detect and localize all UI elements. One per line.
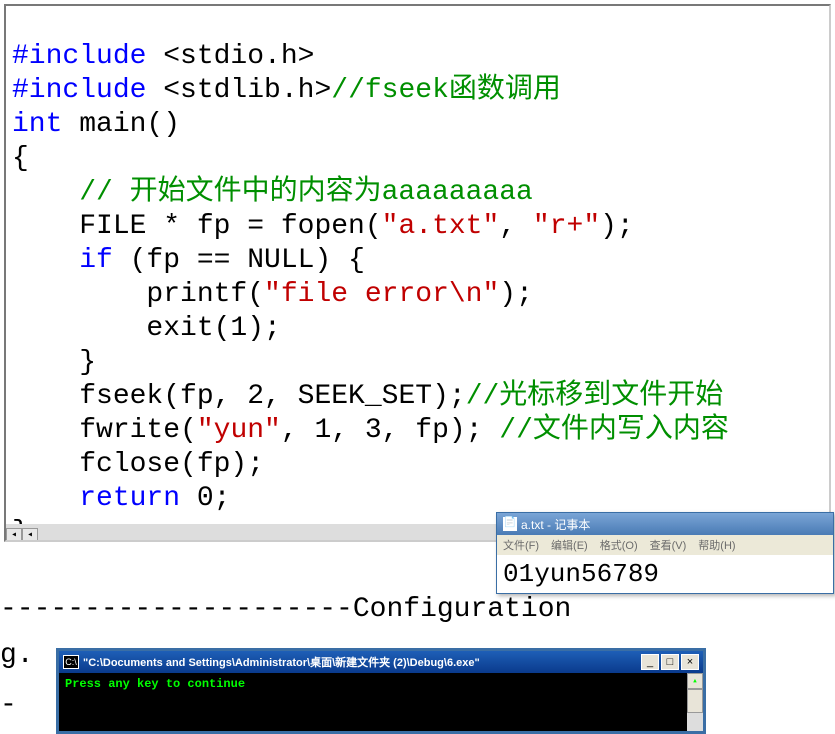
close-button[interactable]: × <box>681 654 699 670</box>
notepad-menubar[interactable]: 文件(F) 编辑(E) 格式(O) 查看(V) 帮助(H) <box>497 535 833 555</box>
menu-format[interactable]: 格式(O) <box>600 540 638 552</box>
notepad-icon: 📄 <box>503 517 517 531</box>
notepad-title: a.txt - 记事本 <box>521 516 590 533</box>
console-title: "C:\Documents and Settings\Administrator… <box>83 654 641 670</box>
keyword: if <box>79 245 113 276</box>
output-divider: ---------------------Configuration <box>0 594 835 625</box>
scroll-up-icon[interactable]: ▴ <box>687 673 703 689</box>
notepad-window[interactable]: 📄 a.txt - 记事本 文件(F)编辑(E)格式(O)查看(V)帮助(H) … <box>496 512 834 594</box>
console-window[interactable]: C:\ "C:\Documents and Settings\Administr… <box>56 648 706 734</box>
minimize-button[interactable]: _ <box>641 654 659 670</box>
scroll-left-icon[interactable]: ◂ <box>22 528 38 542</box>
notepad-content[interactable]: 01yun56789 <box>497 555 833 593</box>
scroll-thumb[interactable] <box>687 689 703 713</box>
menu-help[interactable]: 帮助(H) <box>698 540 735 552</box>
string: "yun" <box>197 415 281 446</box>
comment: //fseek函数调用 <box>331 75 561 106</box>
menu-view[interactable]: 查看(V) <box>650 540 687 552</box>
menu-edit[interactable]: 编辑(E) <box>551 540 588 552</box>
code-content: #include <stdio.h> #include <stdlib.h>//… <box>6 6 829 542</box>
string: "file error\n" <box>264 279 499 310</box>
window-buttons: _ □ × <box>641 654 699 670</box>
preprocessor: #include <box>12 75 146 106</box>
notepad-titlebar[interactable]: 📄 a.txt - 记事本 <box>497 513 833 535</box>
preprocessor: #include <box>12 41 146 72</box>
console-titlebar[interactable]: C:\ "C:\Documents and Settings\Administr… <box>59 651 703 673</box>
maximize-button[interactable]: □ <box>661 654 679 670</box>
string: "a.txt" <box>382 211 500 242</box>
string: "r+" <box>533 211 600 242</box>
menu-file[interactable]: 文件(F) <box>503 540 539 552</box>
output-text: g. <box>0 640 34 671</box>
console-body[interactable]: Press any key to continue ▴ <box>59 673 703 731</box>
output-text: - <box>0 690 17 721</box>
code-editor[interactable]: #include <stdio.h> #include <stdlib.h>//… <box>4 4 831 542</box>
keyword: int <box>12 109 62 140</box>
console-scrollbar[interactable]: ▴ <box>687 673 703 731</box>
keyword: return <box>79 483 180 514</box>
console-icon: C:\ <box>63 655 79 669</box>
comment: // 开始文件中的内容为aaaaaaaaa <box>12 177 533 208</box>
comment: //光标移到文件开始 <box>466 381 724 412</box>
console-output: Press any key to continue <box>65 677 245 691</box>
comment: //文件内写入内容 <box>499 415 729 446</box>
scroll-left-icon[interactable]: ◂ <box>6 528 22 542</box>
